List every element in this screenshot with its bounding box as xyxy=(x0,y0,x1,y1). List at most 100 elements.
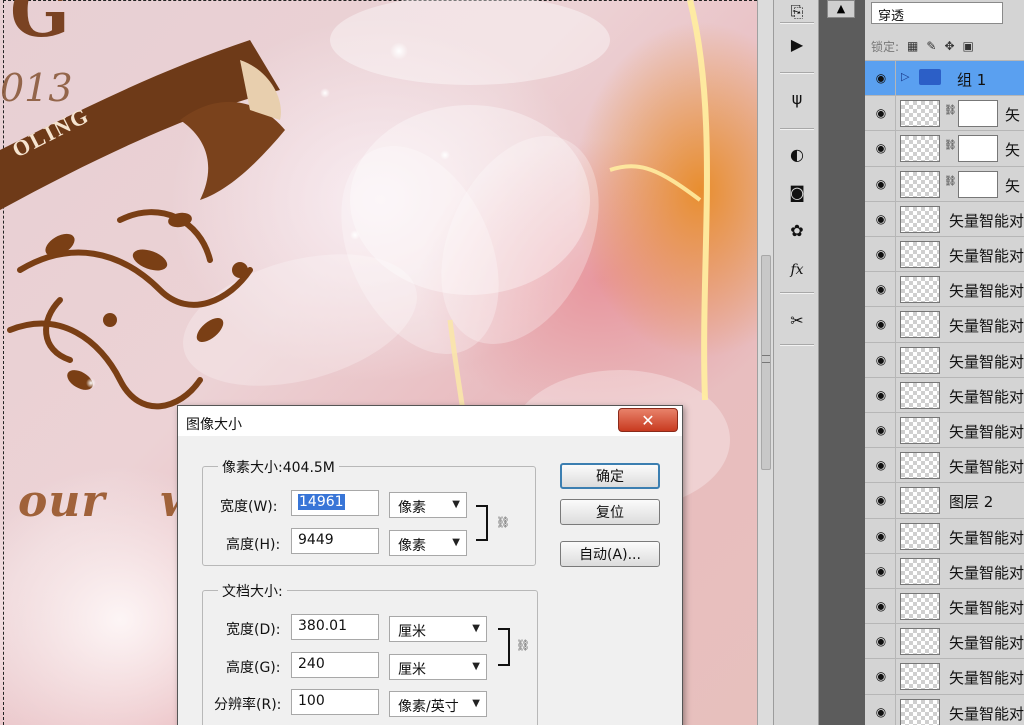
width-input[interactable]: 14961 xyxy=(291,490,379,516)
layer-row[interactable]: ◉ 矢量智能对 xyxy=(865,658,1024,695)
layer-row[interactable]: ◉ 矢量智能对 xyxy=(865,693,1024,725)
styles-icon[interactable]: ✿ xyxy=(784,218,810,242)
histogram-icon[interactable]: ▲ xyxy=(827,0,855,18)
mask-icon[interactable]: ◙ xyxy=(784,180,810,204)
height-unit-select[interactable]: 像素 ▼ xyxy=(389,530,467,556)
brush-icon[interactable]: ◐ xyxy=(784,142,810,166)
layer-group-row[interactable]: ◉ ▷ 组 1 xyxy=(865,60,1024,96)
height-input[interactable]: 9449 xyxy=(291,528,379,554)
dialog-title: 图像大小 xyxy=(186,417,242,433)
lock-all-icon[interactable]: ▣ xyxy=(963,39,974,53)
lock-move-icon[interactable]: ✥ xyxy=(944,39,954,53)
row-divider xyxy=(895,166,896,202)
mask-link-icon[interactable]: ⛓ xyxy=(944,176,957,187)
ok-button[interactable]: 确定 xyxy=(560,463,660,489)
layer-name: 矢量智能对 xyxy=(949,423,1024,441)
layer-row[interactable]: ◉ ⛓ 矢 xyxy=(865,95,1024,132)
mask-thumbnail xyxy=(958,100,998,128)
visibility-eye-icon[interactable]: ◉ xyxy=(869,384,893,406)
visibility-eye-icon[interactable]: ◉ xyxy=(869,595,893,617)
usb-icon[interactable]: ψ xyxy=(784,86,810,110)
blend-mode-select[interactable]: 穿透 xyxy=(871,2,1003,24)
lock-transparency-icon[interactable]: ▦ xyxy=(907,39,918,53)
dropdown-arrow-icon: ▼ xyxy=(452,499,460,510)
layer-row[interactable]: ◉ 矢量智能对 xyxy=(865,306,1024,343)
visibility-eye-icon[interactable]: ◉ xyxy=(869,560,893,582)
resolution-unit-select[interactable]: 像素/英寸 ▼ xyxy=(389,691,487,717)
visibility-eye-icon[interactable]: ◉ xyxy=(869,208,893,230)
layer-thumbnail xyxy=(900,311,940,339)
dock-separator xyxy=(780,22,814,24)
visibility-eye-icon[interactable]: ◉ xyxy=(869,525,893,547)
doc-width-value: 380.01 xyxy=(298,618,347,634)
layer-row[interactable]: ◉ 矢量智能对 xyxy=(865,447,1024,484)
chain-link-icon: ⛓ xyxy=(516,639,530,652)
visibility-eye-icon[interactable]: ◉ xyxy=(869,665,893,687)
layer-row[interactable]: ◉ 矢量智能对 xyxy=(865,236,1024,272)
visibility-eye-icon[interactable]: ◉ xyxy=(869,489,893,511)
dropdown-arrow-icon: ▼ xyxy=(472,661,480,672)
doc-height-unit-select[interactable]: 厘米 ▼ xyxy=(389,654,487,680)
doc-constrain-bracket xyxy=(498,628,510,666)
layer-thumbnail xyxy=(900,628,940,656)
visibility-eye-icon[interactable]: ◉ xyxy=(869,102,893,124)
resolution-input[interactable]: 100 xyxy=(291,689,379,715)
visibility-eye-icon[interactable]: ◉ xyxy=(869,349,893,371)
layer-row[interactable]: ◉ 矢量智能对 xyxy=(865,341,1024,378)
layer-name: 矢 xyxy=(1005,176,1021,195)
layer-row[interactable]: ◉ 矢量智能对 xyxy=(865,412,1024,448)
mask-link-icon[interactable]: ⛓ xyxy=(944,105,957,116)
layer-name: 矢量智能对 xyxy=(949,563,1024,582)
visibility-eye-icon[interactable]: ◉ xyxy=(869,173,893,195)
row-divider xyxy=(895,553,896,589)
visibility-eye-icon[interactable]: ◉ xyxy=(869,454,893,476)
visibility-eye-icon[interactable]: ◉ xyxy=(869,137,893,159)
layer-row[interactable]: ◉ 矢量智能对 xyxy=(865,376,1024,413)
dock-separator xyxy=(780,128,814,130)
visibility-eye-icon[interactable]: ◉ xyxy=(869,313,893,335)
layer-row[interactable]: ◉ 矢量智能对 xyxy=(865,517,1024,554)
doc-height-unit: 厘米 xyxy=(398,662,426,678)
layer-name: 矢 xyxy=(1005,106,1021,125)
width-unit-select[interactable]: 像素 ▼ xyxy=(389,492,467,518)
auto-button[interactable]: 自动(A)... xyxy=(560,541,660,567)
layer-row[interactable]: ◉ ⛓ 矢 xyxy=(865,165,1024,202)
visibility-eye-icon[interactable]: ◉ xyxy=(869,419,893,441)
dropdown-arrow-icon: ▼ xyxy=(472,698,480,709)
resolution-unit: 像素/英寸 xyxy=(398,699,459,715)
layer-row[interactable]: ◉ 矢量智能对 xyxy=(865,623,1024,660)
actions-play-icon[interactable]: ▶ xyxy=(784,32,810,56)
tools-icon[interactable]: ✂ xyxy=(784,308,810,332)
lock-paint-icon[interactable]: ✎ xyxy=(926,39,936,53)
row-divider xyxy=(895,448,896,484)
layer-row[interactable]: ◉ 图层 2 xyxy=(865,482,1024,519)
layer-row[interactable]: ◉ 矢量智能对 xyxy=(865,200,1024,237)
layer-name: 矢量智能对 xyxy=(949,669,1024,688)
doc-height-input[interactable]: 240 xyxy=(291,652,379,678)
expand-arrow-icon[interactable]: ▷ xyxy=(901,70,909,83)
visibility-eye-icon[interactable]: ◉ xyxy=(869,701,893,723)
mask-link-icon[interactable]: ⛓ xyxy=(944,140,957,151)
visibility-eye-icon[interactable]: ◉ xyxy=(869,243,893,265)
doc-width-input[interactable]: 380.01 xyxy=(291,614,379,640)
dropdown-arrow-icon: ▼ xyxy=(452,537,460,548)
history-icon[interactable]: ⎘ xyxy=(784,0,810,24)
dialog-title-bar[interactable]: 图像大小 ✕ xyxy=(178,406,682,436)
visibility-eye-icon[interactable]: ◉ xyxy=(869,67,893,89)
layer-name: 矢量智能对 xyxy=(949,458,1024,477)
visibility-eye-icon[interactable]: ◉ xyxy=(869,630,893,652)
layer-thumbnail xyxy=(900,487,940,515)
mask-thumbnail xyxy=(958,170,998,198)
close-button[interactable]: ✕ xyxy=(618,408,678,432)
layer-row[interactable]: ◉ 矢量智能对 xyxy=(865,588,1024,624)
layer-row[interactable]: ◉ 矢量智能对 xyxy=(865,271,1024,308)
layer-name: 矢量智能对 xyxy=(949,528,1024,547)
height-value: 9449 xyxy=(298,532,334,548)
doc-width-unit-select[interactable]: 厘米 ▼ xyxy=(389,616,487,642)
layer-row[interactable]: ◉ ⛓ 矢 xyxy=(865,130,1024,167)
visibility-eye-icon[interactable]: ◉ xyxy=(869,278,893,300)
canvas-scrollbar[interactable] xyxy=(757,0,773,725)
reset-button[interactable]: 复位 xyxy=(560,499,660,525)
fx-icon[interactable]: fx xyxy=(784,258,810,282)
layer-row[interactable]: ◉ 矢量智能对 xyxy=(865,552,1024,589)
